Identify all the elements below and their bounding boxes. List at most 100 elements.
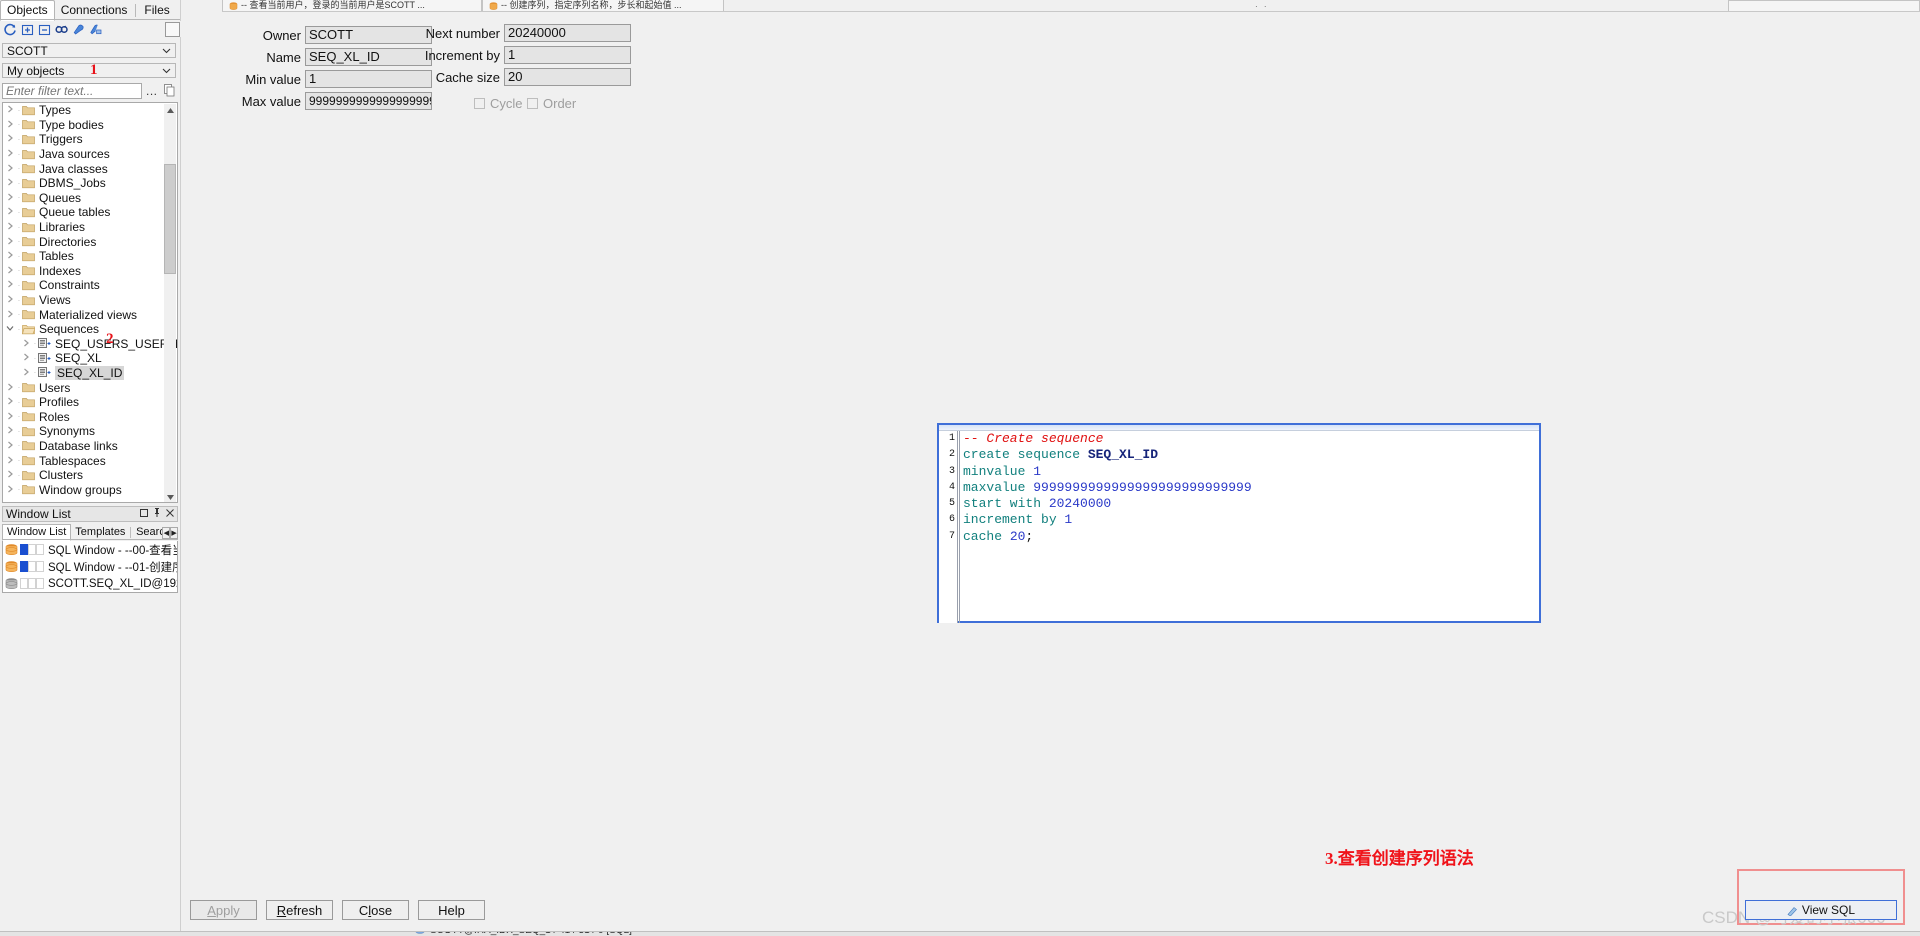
tree-node[interactable]: · Users: [3, 380, 163, 395]
tree-node[interactable]: · Queue tables: [3, 205, 163, 220]
field-max-value-input[interactable]: 9999999999999999999999: [305, 92, 432, 110]
chevron-right-icon[interactable]: [3, 456, 16, 466]
chevron-right-icon[interactable]: [3, 251, 16, 261]
view-sql-button[interactable]: View SQL: [1745, 900, 1897, 920]
tab-objects[interactable]: Objects: [0, 0, 55, 21]
code-lines[interactable]: -- Create sequence create sequence SEQ_XL…: [963, 431, 1533, 545]
window-list-item[interactable]: SQL Window - --00-查看当前用: [3, 541, 177, 558]
tree-node[interactable]: ·SEQ_USERS_USER_NO: [3, 337, 177, 352]
close-button[interactable]: Cl ose: [342, 900, 409, 920]
tree-node[interactable]: · DBMS_Jobs: [3, 176, 163, 191]
tree-node[interactable]: · SEQ_XL: [3, 351, 163, 366]
window-list-item[interactable]: SQL Window - --01-创建序列 /: [3, 558, 177, 575]
tree-node[interactable]: · Type bodies: [3, 118, 163, 133]
restore-icon[interactable]: [140, 508, 148, 517]
chevron-right-icon[interactable]: [3, 412, 16, 422]
chevron-right-icon[interactable]: [3, 222, 16, 232]
tree-node[interactable]: · Queues: [3, 191, 163, 206]
tree-node[interactable]: · Synonyms: [3, 424, 163, 439]
tree-node[interactable]: · Materialized views: [3, 307, 163, 322]
chevron-right-icon[interactable]: [3, 134, 16, 144]
tree-node[interactable]: · Roles: [3, 409, 163, 424]
chevron-right-icon[interactable]: [3, 280, 16, 290]
toolbar-blank-button[interactable]: [165, 22, 180, 37]
tree-node[interactable]: · SEQ_XL_ID: [3, 365, 163, 381]
chevron-right-icon[interactable]: [3, 310, 16, 320]
code-line[interactable]: minvalue 1: [963, 464, 1533, 480]
view-sql-code-panel[interactable]: 1 2 3 4 5 6 7 -- Create sequence create sequenc…: [937, 423, 1541, 623]
checkbox-order[interactable]: Order: [527, 96, 576, 111]
expand-all-icon[interactable]: [21, 23, 34, 36]
tree-vertical-scrollbar[interactable]: [164, 104, 176, 502]
chevron-right-icon[interactable]: [3, 266, 16, 276]
code-line[interactable]: increment by 1: [963, 512, 1533, 528]
find-icon[interactable]: [55, 23, 68, 36]
code-line[interactable]: maxvalue 9999999999999999999999999999: [963, 480, 1533, 496]
lock-icon[interactable]: [89, 23, 102, 36]
checkbox-cycle-box[interactable]: [474, 98, 485, 109]
chevron-right-icon[interactable]: [3, 164, 16, 174]
field-increment-by-input[interactable]: 1: [504, 46, 631, 64]
tree-node[interactable]: · Database links: [3, 439, 163, 454]
tree-node[interactable]: · Clusters: [3, 468, 163, 483]
window-list[interactable]: SQL Window - --00-查看当前用 SQL Window - --01…: [2, 541, 178, 593]
sql-window-tab-0[interactable]: -- 查看当前用户，登录的当前用户是SCOTT ...: [222, 0, 482, 11]
chevron-right-icon[interactable]: [19, 353, 32, 363]
filter-input[interactable]: [2, 83, 142, 99]
tree-scroll-thumb[interactable]: [164, 164, 176, 274]
chevron-right-icon[interactable]: [3, 295, 16, 305]
chevron-right-icon[interactable]: [3, 105, 16, 115]
tab-search[interactable]: Search: [132, 525, 162, 540]
chevron-right-icon[interactable]: [3, 178, 16, 188]
chevron-right-icon[interactable]: [3, 441, 16, 451]
object-tree[interactable]: · Types · Type bodies · Triggers · Java sources…: [2, 102, 178, 503]
apply-button[interactable]: Apply: [190, 900, 257, 920]
checkbox-cycle[interactable]: Cycle: [474, 96, 523, 111]
tree-node[interactable]: · Libraries: [3, 220, 163, 235]
tree-node[interactable]: · Directories: [3, 234, 163, 249]
pin-icon[interactable]: [153, 508, 161, 517]
filter-more-button[interactable]: ...: [146, 84, 158, 98]
chevron-right-icon[interactable]: [19, 339, 32, 349]
wl-tab-prev-button[interactable]: ◀: [162, 527, 171, 539]
tree-node[interactable]: · Triggers: [3, 132, 163, 147]
tree-node[interactable]: · Types: [3, 103, 163, 118]
chevron-right-icon[interactable]: [3, 397, 16, 407]
chevron-right-icon[interactable]: [3, 193, 16, 203]
chevron-right-icon[interactable]: [3, 383, 16, 393]
chevron-down-icon[interactable]: [3, 324, 16, 334]
chevron-right-icon[interactable]: [3, 426, 16, 436]
tab-overflow-dots[interactable]: · ·: [1255, 2, 1269, 11]
chevron-right-icon[interactable]: [3, 207, 16, 217]
tab-files[interactable]: Files: [138, 1, 175, 20]
tree-node[interactable]: · Tablespaces: [3, 453, 163, 468]
tree-node[interactable]: · Java sources: [3, 147, 163, 162]
filter-icon[interactable]: [72, 23, 85, 36]
refresh-icon[interactable]: [4, 23, 17, 36]
field-next-number-input[interactable]: 20240000: [504, 24, 631, 42]
tree-node[interactable]: · Window groups: [3, 482, 163, 497]
checkbox-order-box[interactable]: [527, 98, 538, 109]
scroll-up-arrow[interactable]: [164, 104, 176, 116]
chevron-right-icon[interactable]: [3, 149, 16, 159]
scope-select[interactable]: My objects: [2, 63, 176, 78]
code-line[interactable]: -- Create sequence: [963, 431, 1533, 447]
chevron-right-icon[interactable]: [3, 485, 16, 495]
tree-node[interactable]: · Tables: [3, 249, 163, 264]
sql-window-tab-1[interactable]: -- 创建序列，指定序列名称，步长和起始值 ...: [482, 0, 724, 11]
tree-node[interactable]: · Views: [3, 293, 163, 308]
chevron-right-icon[interactable]: [19, 368, 32, 378]
code-line[interactable]: create sequence SEQ_XL_ID: [963, 447, 1533, 463]
chevron-right-icon[interactable]: [3, 120, 16, 130]
help-button[interactable]: Help: [418, 900, 485, 920]
scroll-down-arrow[interactable]: [164, 491, 176, 502]
tree-node[interactable]: · Java classes: [3, 161, 163, 176]
tab-connections[interactable]: Connections: [55, 1, 134, 20]
window-list-item[interactable]: SCOTT.SEQ_XL_ID@192.168.34.1: [3, 575, 177, 592]
tree-node[interactable]: · Constraints: [3, 278, 163, 293]
collapse-all-icon[interactable]: [38, 23, 51, 36]
wl-tab-next-button[interactable]: ▶: [170, 527, 179, 539]
owner-select[interactable]: SCOTT: [2, 43, 176, 58]
field-cache-size-input[interactable]: 20: [504, 68, 631, 86]
code-line[interactable]: start with 20240000: [963, 496, 1533, 512]
